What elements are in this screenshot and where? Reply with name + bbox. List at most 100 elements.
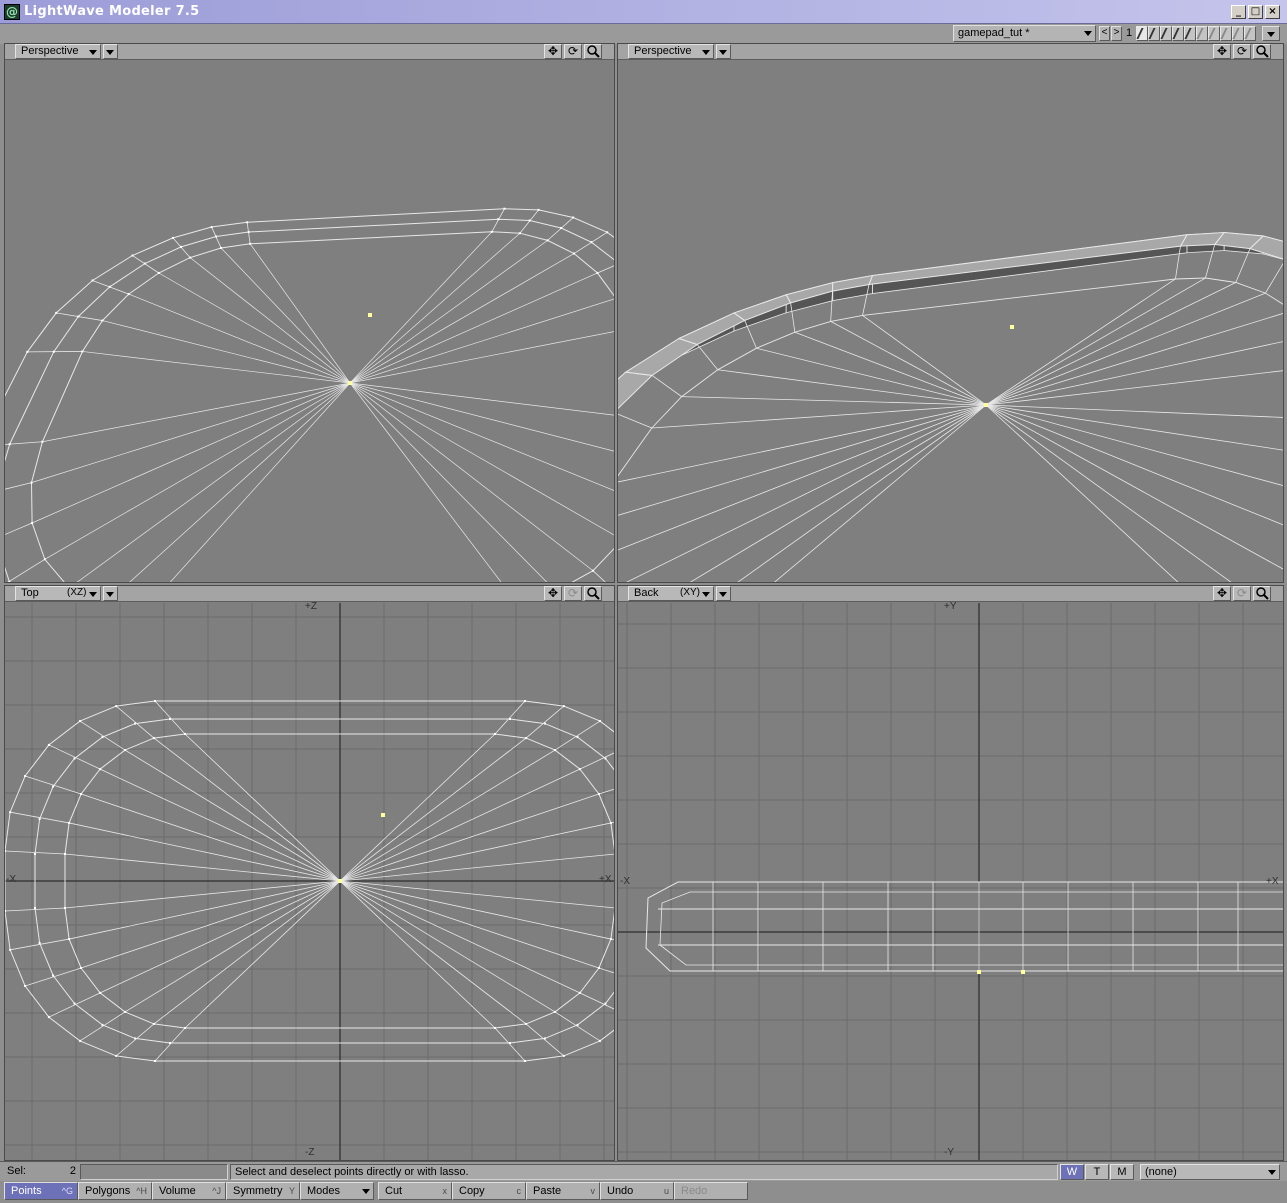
zoom-view-icon[interactable] (1253, 586, 1271, 601)
move-view-icon[interactable]: ✥ (544, 44, 562, 59)
viewport-back[interactable]: Back (XY) ✥ ⟳ +Y -Y -X +X (617, 585, 1284, 1161)
move-view-icon[interactable]: ✥ (1213, 586, 1231, 601)
layer-button-1[interactable] (1136, 26, 1148, 41)
points-mode-button[interactable]: Points ^G (4, 1182, 78, 1200)
shortcut-hint: ^H (136, 1186, 147, 1196)
zoom-view-icon[interactable] (584, 44, 602, 59)
mesh-point (599, 720, 601, 723)
layer-button-3[interactable] (1160, 26, 1172, 41)
cut-button[interactable]: Cut x (378, 1182, 452, 1200)
mesh-spoke (124, 880, 341, 1013)
mesh-point (246, 221, 249, 224)
chevron-down-icon (702, 50, 710, 55)
mesh-point (509, 1042, 511, 1044)
mesh-point (30, 481, 33, 484)
mesh-point (599, 1039, 601, 1042)
viewport-options-button[interactable] (103, 586, 118, 601)
mesh-spoke (349, 382, 614, 452)
mesh-spoke (349, 272, 598, 384)
viewport-canvas[interactable]: +Z -Z -X +X (5, 601, 614, 1160)
layer-button-8[interactable] (1220, 26, 1232, 41)
mesh-spoke (169, 382, 351, 582)
paste-button[interactable]: Paste v (526, 1182, 600, 1200)
shortcut-hint: u (663, 1186, 669, 1196)
selection-label: Sel: (7, 1165, 26, 1177)
mesh-point (562, 1054, 565, 1057)
viewport-canvas[interactable] (618, 61, 1283, 582)
viewport-canvas[interactable] (5, 61, 614, 582)
mesh-point (52, 785, 55, 788)
layer-button-4[interactable] (1172, 26, 1184, 41)
viewport-options-button[interactable] (716, 586, 731, 601)
mesh-edge (610, 938, 614, 941)
zoom-view-icon[interactable] (584, 586, 602, 601)
mesh-point (73, 757, 76, 760)
symmetry-button[interactable]: Symmetry Y (226, 1182, 300, 1200)
mesh-point (169, 718, 171, 720)
weight-map-button[interactable]: W (1060, 1164, 1084, 1180)
layer-button-5[interactable] (1184, 26, 1196, 41)
shortcut-hint: x (442, 1186, 448, 1196)
move-view-icon[interactable]: ✥ (544, 586, 562, 601)
layer-button-2[interactable] (1148, 26, 1160, 41)
polygons-mode-button[interactable]: Polygons ^H (78, 1182, 152, 1200)
mesh-point (8, 580, 11, 582)
mesh-spoke (349, 253, 575, 384)
volume-mode-button[interactable]: Volume ^J (152, 1182, 226, 1200)
vertex-map-value: (none) (1145, 1166, 1177, 1178)
layer-button-6[interactable] (1196, 26, 1208, 41)
mesh-point (560, 227, 563, 230)
close-button[interactable]: × (1265, 5, 1280, 19)
viewport-top[interactable]: Top (XZ) ✥ ⟳ +Z -Z -X +X (4, 585, 615, 1161)
viewport-options-button[interactable] (103, 44, 118, 59)
maximize-button[interactable]: □ (1248, 5, 1263, 19)
chevron-down-icon (89, 592, 97, 597)
mesh-spoke (737, 404, 987, 582)
rotate-view-icon[interactable]: ⟳ (564, 44, 582, 59)
layer-button-9[interactable] (1232, 26, 1244, 41)
minimize-button[interactable]: _ (1231, 5, 1246, 19)
object-select[interactable]: gamepad_tut * (953, 25, 1096, 42)
view-mode-select[interactable]: Top (15, 586, 101, 601)
mesh-point (52, 350, 55, 353)
viewport-options-button[interactable] (716, 44, 731, 59)
button-label: Undo (607, 1185, 634, 1197)
mesh-spoke (681, 396, 987, 406)
rotate-view-icon[interactable]: ⟳ (1233, 44, 1251, 59)
view-mode-select[interactable]: Perspective (628, 44, 714, 59)
next-object-button[interactable]: > (1111, 26, 1122, 41)
view-mode-label: Perspective (21, 45, 79, 57)
view-mode-select[interactable]: Back (628, 586, 714, 601)
mesh-edge (494, 700, 526, 735)
mesh-point (26, 350, 29, 353)
viewport-perspective-right[interactable]: Perspective ✥ ⟳ (617, 43, 1284, 583)
morph-map-button[interactable]: M (1110, 1164, 1134, 1180)
object-name: gamepad_tut * (958, 27, 1030, 39)
copy-button[interactable]: Copy c (452, 1182, 526, 1200)
viewport-canvas[interactable]: +Y -Y -X +X (618, 601, 1283, 1160)
mesh-point (494, 1027, 496, 1029)
mesh-spoke (339, 880, 611, 940)
mesh-point (79, 1039, 81, 1042)
modes-dropdown[interactable]: Modes (300, 1182, 374, 1200)
prev-object-button[interactable]: < (1099, 26, 1110, 41)
texture-map-button[interactable]: T (1085, 1164, 1109, 1180)
chevron-down-icon (1268, 1170, 1276, 1175)
layer-button-10[interactable] (1244, 26, 1256, 41)
viewport-perspective-left[interactable]: Perspective ✥ ⟳ (4, 43, 615, 583)
view-mode-select[interactable]: Perspective (15, 44, 101, 59)
mesh-spoke (985, 282, 1236, 406)
move-view-icon[interactable]: ✥ (1213, 44, 1231, 59)
layer-menu-button[interactable] (1262, 26, 1280, 41)
vertex-map-select[interactable]: (none) (1140, 1164, 1280, 1180)
mesh-spoke (618, 404, 987, 551)
mesh-face (624, 337, 699, 376)
undo-button[interactable]: Undo u (600, 1182, 674, 1200)
layer-button-7[interactable] (1208, 26, 1220, 41)
zoom-view-icon[interactable] (1253, 44, 1271, 59)
button-label: Symmetry (233, 1185, 283, 1197)
mesh-edge (154, 700, 186, 735)
mesh-point (124, 749, 126, 752)
mesh-edge (651, 375, 682, 397)
status-bar: Sel: 2 Select and deselect points direct… (0, 1161, 1287, 1181)
